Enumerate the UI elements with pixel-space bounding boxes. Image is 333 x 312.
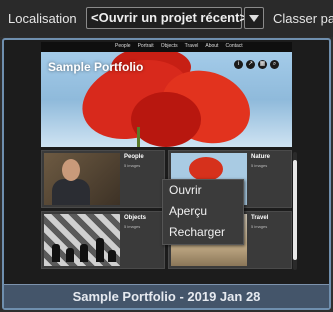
album-name: People — [124, 154, 144, 160]
menu-item-reload[interactable]: Recharger — [163, 222, 243, 243]
menu-item-open[interactable]: Ouvrir — [163, 180, 243, 201]
search-icon: ⌕ — [270, 60, 279, 69]
album-count: 5 images — [251, 163, 268, 168]
location-label: Localisation — [8, 11, 77, 26]
album-thumbnail — [44, 214, 120, 266]
nav-item-contact: Contact — [225, 43, 243, 49]
vertical-scrollbar[interactable] — [293, 152, 297, 270]
hero-icon-bar: i ↗ ▦ ⌕ — [234, 60, 279, 69]
sort-label: Classer pa — [273, 11, 333, 26]
menu-item-preview[interactable]: Aperçu — [163, 201, 243, 222]
album-name: Nature — [251, 154, 271, 160]
nav-item-portrait: Portrait — [137, 43, 154, 49]
context-menu: Ouvrir Aperçu Recharger — [162, 179, 244, 245]
album-count: 5 images — [124, 224, 141, 229]
album-name: Travel — [251, 215, 269, 221]
album-thumbnail — [44, 153, 120, 205]
site-nav: People Portrait Objects Travel About Con… — [41, 42, 292, 52]
nav-item-objects: Objects — [160, 43, 178, 49]
scrollbar-thumb[interactable] — [293, 160, 297, 260]
recent-project-select[interactable]: <Ouvrir un projet récent> — [86, 7, 247, 29]
album-card-people[interactable]: People 5 images — [41, 150, 165, 208]
project-preview-frame[interactable]: People Portrait Objects Travel About Con… — [2, 38, 331, 310]
album-card-objects[interactable]: Objects 5 images — [41, 211, 165, 269]
share-icon: ↗ — [246, 60, 255, 69]
album-count: 5 images — [251, 224, 268, 229]
hero-image — [41, 42, 292, 147]
info-icon: i — [234, 60, 243, 69]
project-caption-bar: Sample Portfolio - 2019 Jan 28 — [4, 284, 329, 308]
site-preview: People Portrait Objects Travel About Con… — [41, 42, 292, 147]
toolbar: Localisation <Ouvrir un projet récent> C… — [0, 0, 333, 37]
site-title: Sample Portfolio — [48, 60, 144, 74]
project-caption: Sample Portfolio - 2019 Jan 28 — [72, 289, 261, 304]
album-name: Objects — [124, 215, 147, 221]
grid-icon: ▦ — [258, 60, 267, 69]
nav-item-about: About — [205, 43, 219, 49]
nav-item-travel: Travel — [184, 43, 199, 49]
chevron-down-icon[interactable] — [244, 7, 264, 29]
nav-item-people: People — [115, 43, 131, 49]
album-count: 5 images — [124, 163, 141, 168]
